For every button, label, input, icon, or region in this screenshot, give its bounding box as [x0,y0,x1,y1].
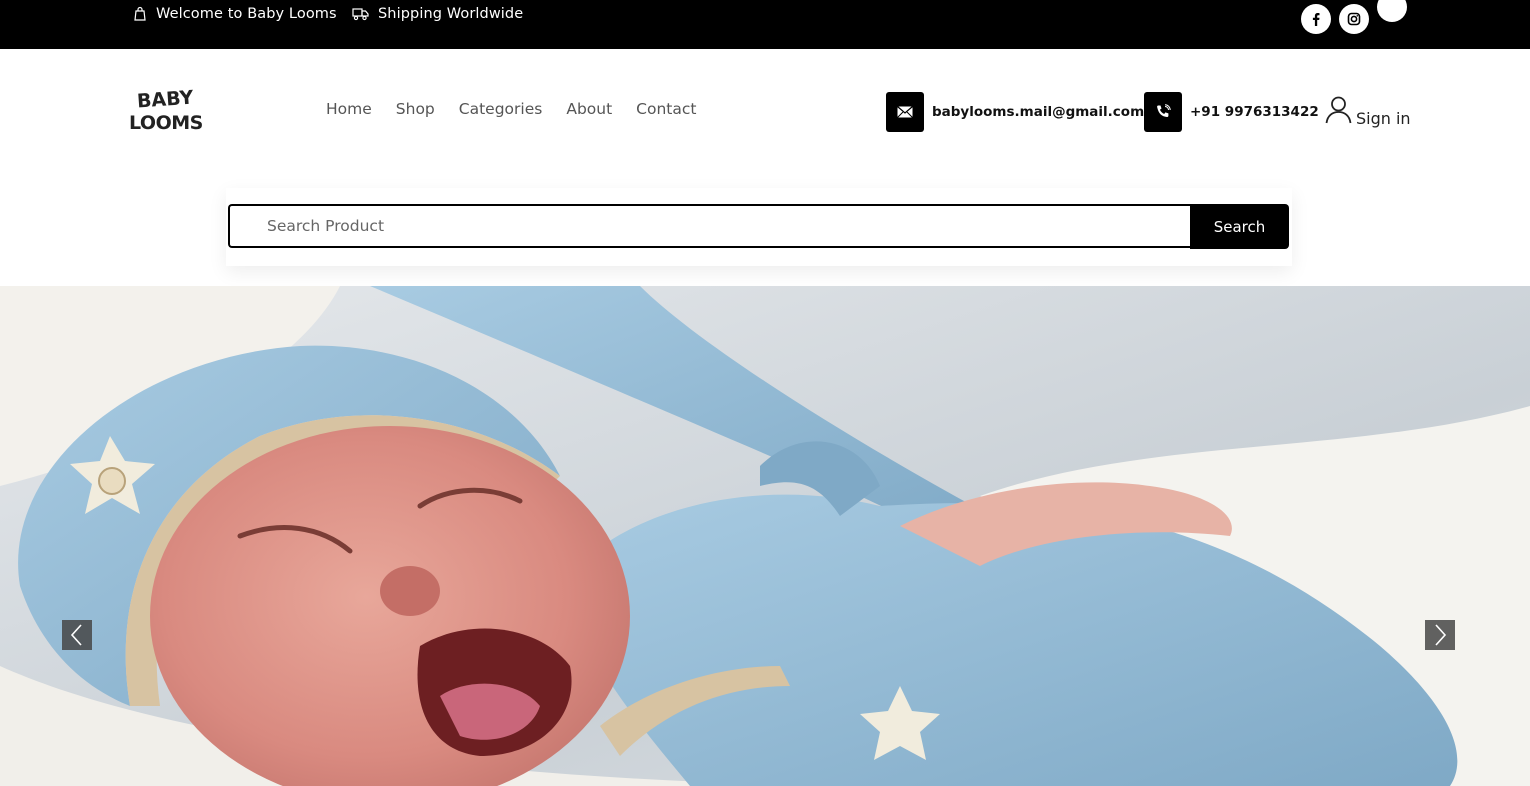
mail-icon [886,92,924,132]
crying-baby-photo [0,286,1530,786]
phone-contact[interactable]: +91 9976313422 [1144,92,1319,132]
phone-icon [1144,92,1182,132]
chevron-left-icon[interactable] [62,620,92,650]
truck-icon [352,7,369,21]
email-contact[interactable]: babylooms.mail@gmail.com [886,92,1144,132]
brand-logo[interactable]: BABY LOOMS [129,86,207,134]
logo-line-looms: LOOMS [129,112,203,134]
nav-home[interactable]: Home [326,100,372,118]
shipping-message: Shipping Worldwide [352,6,523,22]
nav-about[interactable]: About [566,100,612,118]
search-input[interactable] [228,204,1190,248]
hero-carousel [0,286,1530,786]
nav-contact[interactable]: Contact [636,100,696,118]
email-address: babylooms.mail@gmail.com [932,104,1145,120]
chevron-right-icon[interactable] [1425,620,1455,650]
facebook-icon[interactable] [1301,4,1331,34]
sign-in-label: Sign in [1356,109,1411,128]
nav-categories[interactable]: Categories [459,100,543,118]
search-bar: Search [226,188,1292,266]
bag-icon [133,6,147,22]
logo-line-baby: BABY [136,87,194,113]
phone-number: +91 9976313422 [1190,104,1319,120]
top-bar: Welcome to Baby Looms Shipping Worldwide [0,0,1530,49]
user-icon [1325,96,1352,128]
nav-shop[interactable]: Shop [396,100,435,118]
social-icon[interactable] [1377,0,1407,22]
welcome-message: Welcome to Baby Looms [133,6,337,22]
main-nav: Home Shop Categories About Contact [326,100,696,118]
instagram-icon[interactable] [1339,4,1369,34]
welcome-text: Welcome to Baby Looms [156,6,337,22]
search-button[interactable]: Search [1190,204,1289,249]
shipping-text: Shipping Worldwide [378,6,524,22]
sign-in-link[interactable]: Sign in [1325,96,1411,128]
